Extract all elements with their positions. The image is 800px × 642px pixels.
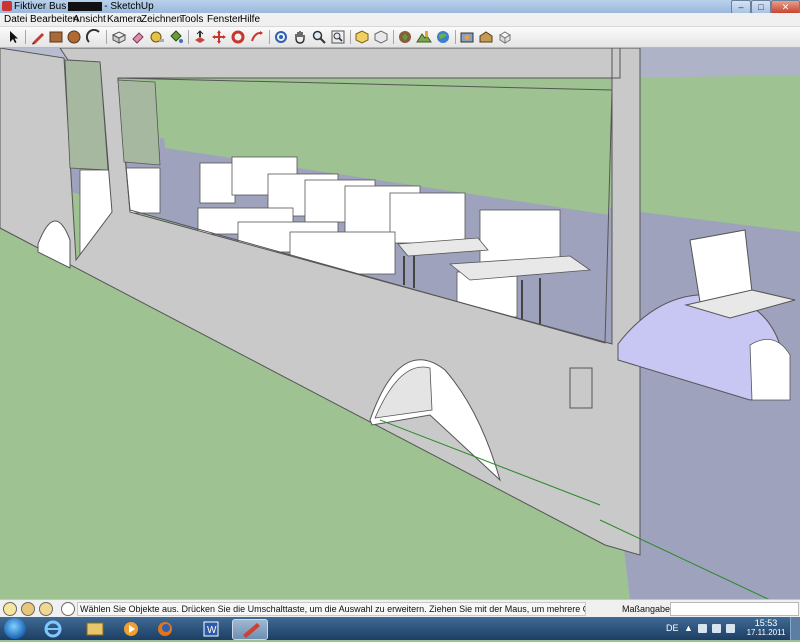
menu-tools[interactable]: Tools <box>180 13 203 26</box>
close-button[interactable]: ✕ <box>771 0 800 14</box>
menu-bar: Datei Bearbeiten Ansicht Kamera Zeichnen… <box>0 13 800 27</box>
help-icon[interactable] <box>61 602 75 616</box>
tray-volume-icon[interactable] <box>726 624 735 633</box>
media-player-icon[interactable] <box>118 619 144 638</box>
clock-date[interactable]: 17.11.2011 <box>744 628 788 638</box>
measurements-label: Maßangaben <box>622 604 676 614</box>
bus-model-scene[interactable] <box>0 48 800 599</box>
rectangle-tool-icon[interactable] <box>48 29 64 45</box>
wall-panel-box <box>569 367 593 409</box>
tray-flag-icon[interactable] <box>712 624 721 633</box>
menu-fenster[interactable]: Fenster <box>207 13 241 26</box>
status-bar: Wählen Sie Objekte aus. Drücken Sie die … <box>0 599 800 617</box>
maximize-button[interactable]: □ <box>751 0 771 14</box>
menu-datei[interactable]: Datei <box>4 13 27 26</box>
tray-network-icon[interactable] <box>698 624 707 633</box>
window-title: Fiktiver Bus - SketchUp <box>14 0 154 13</box>
geo-location-icon[interactable] <box>3 602 17 616</box>
sketchup-icon[interactable] <box>232 619 268 640</box>
internet-explorer-icon[interactable] <box>40 619 66 638</box>
tray-expand-icon[interactable]: ▲ <box>684 621 693 635</box>
circle-tool-icon[interactable] <box>66 29 82 45</box>
pencil-tool-icon[interactable] <box>30 29 46 45</box>
preview-google-earth-icon[interactable] <box>435 29 451 45</box>
show-desktop-button[interactable] <box>790 617 800 640</box>
sky-patch <box>636 48 800 78</box>
measurements-input[interactable] <box>670 602 799 616</box>
clock-time[interactable]: 15:53 <box>748 618 784 628</box>
firefox-icon[interactable] <box>152 619 178 638</box>
modeling-viewport[interactable] <box>0 48 800 599</box>
warehouse-icon[interactable] <box>478 29 494 45</box>
menu-kamera[interactable]: Kamera <box>107 13 142 26</box>
arc-tool-icon[interactable] <box>85 28 102 45</box>
title-prefix: Fiktiver Bus <box>14 1 67 12</box>
tape-measure-icon[interactable] <box>149 29 165 45</box>
language-indicator[interactable]: DE <box>666 621 679 635</box>
user-icon[interactable] <box>39 602 53 616</box>
status-message: Wählen Sie Objekte aus. Drücken Sie die … <box>77 602 586 616</box>
start-button[interactable] <box>4 618 26 639</box>
front-seat-back <box>689 229 753 303</box>
get-models-icon[interactable] <box>354 29 370 45</box>
file-explorer-icon[interactable] <box>82 619 108 638</box>
add-location-icon[interactable] <box>397 29 413 45</box>
title-suffix: - SketchUp <box>104 1 154 12</box>
make-component-icon[interactable] <box>111 29 127 45</box>
orbit-tool-icon[interactable] <box>273 29 289 45</box>
eraser-tool-icon[interactable] <box>130 29 146 45</box>
wheel-housing-side <box>749 338 791 401</box>
toggle-terrain-icon[interactable] <box>416 29 432 45</box>
follow-me-icon[interactable] <box>249 29 265 45</box>
move-tool-icon[interactable] <box>211 29 227 45</box>
svg-text:W: W <box>207 625 217 636</box>
menu-bearbeiten[interactable]: Bearbeiten <box>30 13 78 26</box>
menu-hilfe[interactable]: Hilfe <box>240 13 260 26</box>
share-model-icon[interactable] <box>373 29 389 45</box>
title-bar: Fiktiver Bus - SketchUp – □ ✕ <box>0 0 800 14</box>
sketchup-app-icon[interactable] <box>2 1 12 11</box>
zoom-tool-icon[interactable] <box>311 29 327 45</box>
photo-textures-icon[interactable] <box>459 29 475 45</box>
windows-taskbar: W DE ▲ 15:53 17.11.2011 <box>0 617 800 640</box>
redacted-name-block <box>68 1 103 11</box>
credits-icon[interactable] <box>21 602 35 616</box>
paint-bucket-icon[interactable] <box>168 29 184 45</box>
menu-zeichnen[interactable]: Zeichnen <box>141 13 182 26</box>
side-window-glass <box>117 79 161 166</box>
main-toolbar <box>0 27 800 48</box>
minimize-button[interactable]: – <box>731 0 751 14</box>
push-pull-icon[interactable] <box>192 29 208 45</box>
dynamic-components-icon[interactable] <box>497 29 513 45</box>
menu-ansicht[interactable]: Ansicht <box>73 13 106 26</box>
rotate-tool-icon[interactable] <box>230 29 246 45</box>
word-icon[interactable]: W <box>198 619 224 638</box>
select-tool-icon[interactable] <box>6 29 22 45</box>
zoom-extents-icon[interactable] <box>330 29 346 45</box>
pan-tool-icon[interactable] <box>292 29 308 45</box>
